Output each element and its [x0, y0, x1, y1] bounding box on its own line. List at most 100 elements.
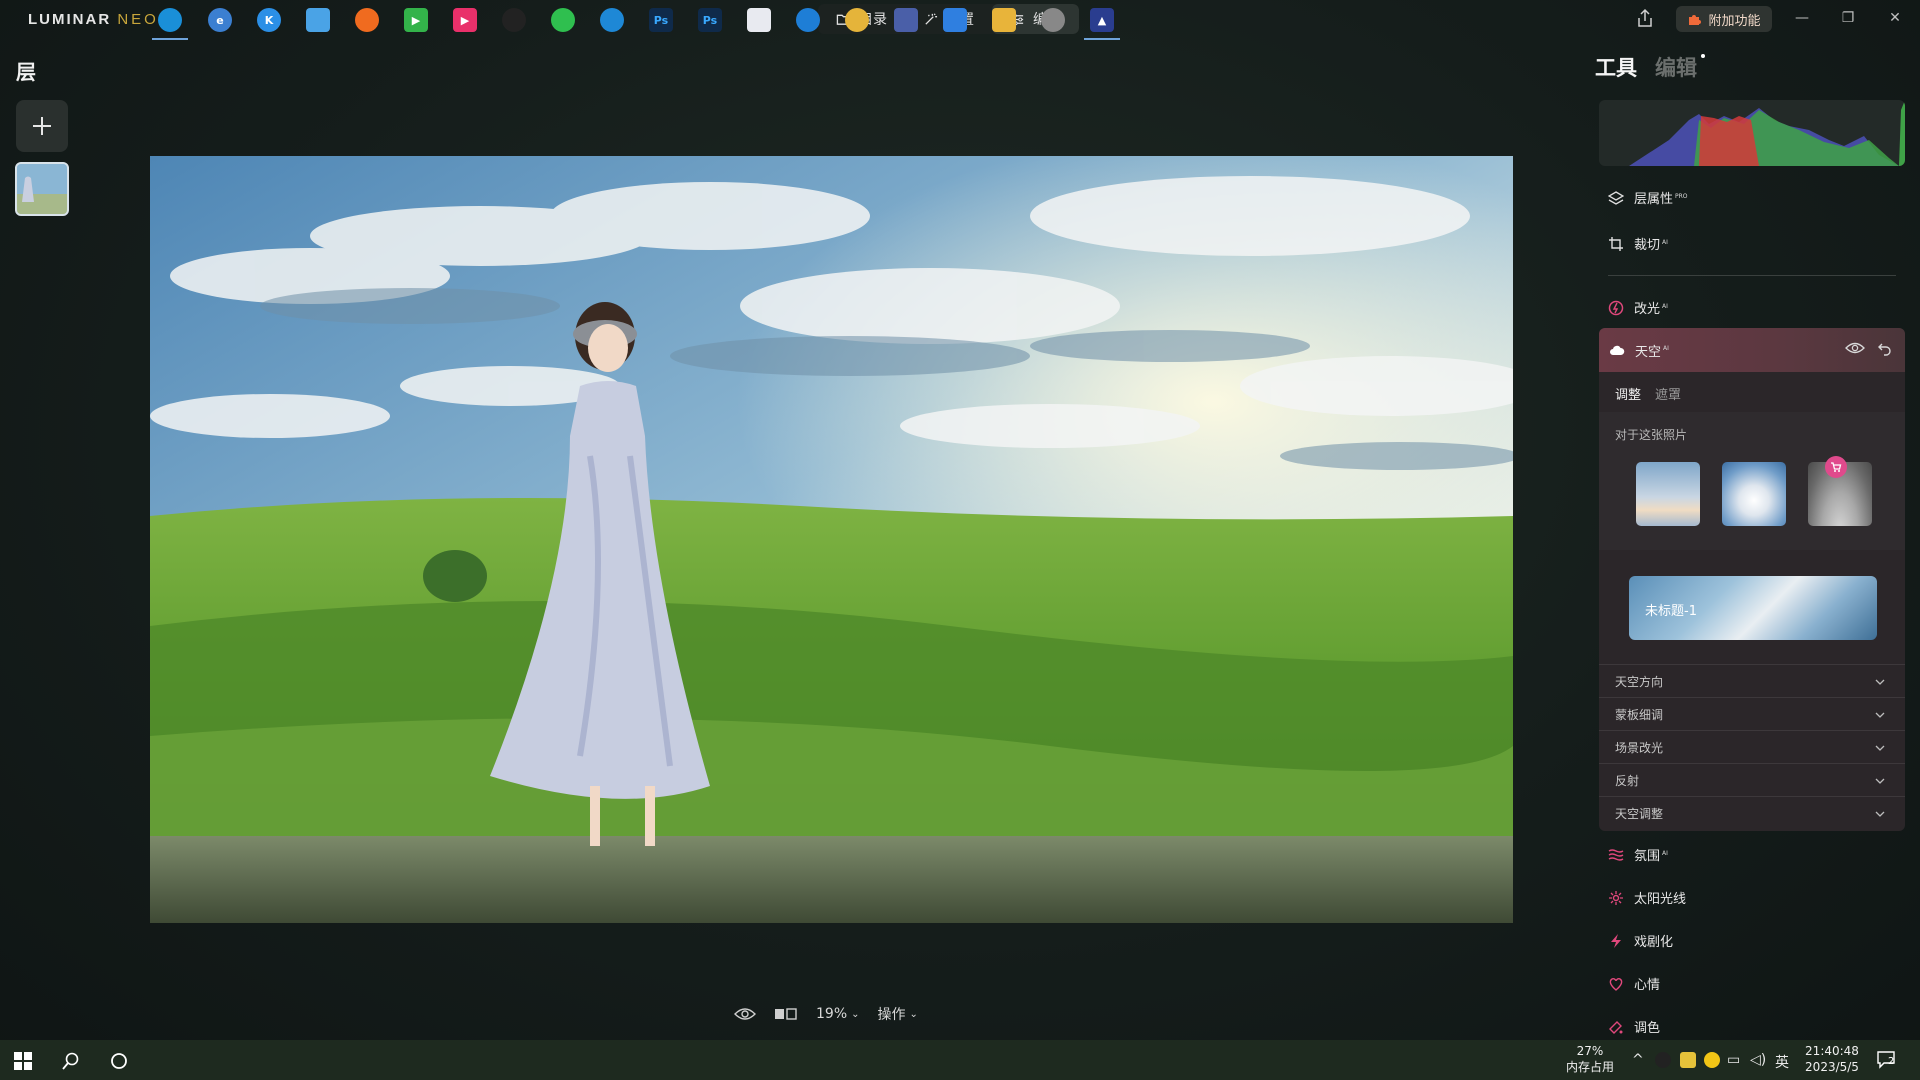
sky-ai-panel: 天空 AI 调整 遮罩 对于这张照片 未标题-1 天空方向 蒙板细调 场景改光 反…	[1599, 328, 1905, 831]
plus-icon	[33, 117, 51, 135]
search-icon[interactable]	[62, 1052, 80, 1070]
volume-icon[interactable]: ◁)	[1750, 1052, 1766, 1068]
subtab-adjust[interactable]: 调整	[1615, 384, 1641, 403]
chrome-icon[interactable]	[845, 8, 869, 32]
notepad-icon[interactable]	[306, 8, 330, 32]
file-explorer-icon[interactable]	[992, 8, 1016, 32]
app-logo: LUMINAR NEO	[28, 11, 159, 28]
kugou-music-icon[interactable]: K	[257, 8, 281, 32]
media-player-icon[interactable]: ▶	[404, 8, 428, 32]
firefox-icon[interactable]	[355, 8, 379, 32]
compare-icon[interactable]	[774, 1007, 798, 1021]
custom-sky-item[interactable]: 未标题-1	[1629, 576, 1877, 640]
sky-preset-2[interactable]	[1722, 462, 1786, 526]
clock-date: 2023/5/5	[1805, 1060, 1859, 1074]
tool-dramatic-label: 戏剧化	[1634, 935, 1674, 950]
sky-preset-1[interactable]	[1636, 462, 1700, 526]
zoom-dropdown[interactable]: 19% ⌄	[816, 1006, 860, 1022]
ps-label: Ps	[702, 13, 718, 27]
video-app-icon[interactable]: ▶	[453, 8, 477, 32]
restore-icon[interactable]: ❐	[1838, 8, 1858, 28]
pro-badge: PRO	[1675, 192, 1688, 200]
tool-mood[interactable]: 心情	[1608, 974, 1660, 993]
ai-badge: AI	[1663, 345, 1669, 353]
emoji-tray-icon[interactable]	[1704, 1052, 1720, 1068]
network-app-icon[interactable]	[796, 8, 820, 32]
app-tray-icon[interactable]	[1680, 1052, 1696, 1068]
eye-preview-icon[interactable]	[734, 1007, 756, 1021]
lightning-icon	[1608, 933, 1624, 949]
active-indicator	[152, 38, 188, 40]
add-layer-button[interactable]	[16, 100, 68, 152]
visibility-eye-icon[interactable]	[1845, 341, 1865, 355]
tab-tools[interactable]: 工具	[1595, 52, 1637, 82]
ie-browser-icon[interactable]: e	[208, 8, 232, 32]
sun-rays-icon	[1608, 890, 1624, 906]
reset-icon[interactable]	[1877, 341, 1893, 357]
ime-indicator[interactable]: 英	[1775, 1052, 1789, 1072]
qq-tray-icon[interactable]	[1655, 1052, 1671, 1068]
section-label: 场景改光	[1615, 740, 1664, 755]
tab-edits-label: 编辑	[1655, 56, 1697, 80]
tool-layer-properties-label: 层属性	[1634, 192, 1674, 207]
ps-label: Ps	[653, 13, 669, 27]
ai-badge: AI	[1662, 849, 1668, 857]
browser-app-icon[interactable]	[600, 8, 624, 32]
feishu-icon[interactable]	[943, 8, 967, 32]
photo-canvas[interactable]	[150, 156, 1513, 923]
tool-atmosphere[interactable]: 氛围 AI	[1608, 845, 1668, 864]
photoshop-icon[interactable]: Ps	[649, 8, 673, 32]
app-icon-bird[interactable]	[1041, 8, 1065, 32]
tool-atmosphere-label: 氛围	[1634, 849, 1661, 864]
tool-relight[interactable]: 改光 AI	[1608, 298, 1668, 317]
memory-usage[interactable]: 27% 内存占用	[1560, 1043, 1620, 1075]
network-icon[interactable]: ▭	[1727, 1052, 1740, 1068]
share-icon[interactable]	[1636, 8, 1654, 28]
sky-subtabs: 调整 遮罩	[1615, 384, 1681, 403]
qq-icon[interactable]	[502, 8, 526, 32]
tool-sunrays[interactable]: 太阳光线	[1608, 888, 1686, 907]
tool-crop[interactable]: 裁切 AI	[1608, 234, 1668, 253]
wechat-icon[interactable]	[551, 8, 575, 32]
close-icon[interactable]: ✕	[1885, 8, 1905, 28]
tab-edits[interactable]: 编辑	[1655, 52, 1705, 82]
sky-ai-header[interactable]: 天空 AI	[1599, 328, 1905, 372]
cloud-icon	[1610, 345, 1625, 355]
edge-browser-icon[interactable]	[158, 8, 182, 32]
histogram-graph	[1629, 100, 1905, 166]
section-label: 天空调整	[1615, 806, 1664, 821]
chevron-down-icon: ⌄	[909, 1008, 918, 1020]
section-label: 天空方向	[1615, 674, 1664, 689]
addons-button[interactable]: 附加功能	[1676, 6, 1772, 32]
subtab-mask[interactable]: 遮罩	[1655, 384, 1681, 403]
app-icon-k[interactable]	[894, 8, 918, 32]
photos-app-icon[interactable]	[747, 8, 771, 32]
photoshop-icon-2[interactable]: Ps	[698, 8, 722, 32]
section-reflection[interactable]: 反射	[1599, 763, 1905, 796]
section-sky-adjustments[interactable]: 天空调整	[1599, 796, 1905, 829]
luminar-neo-icon[interactable]: ▲	[1090, 8, 1114, 32]
section-mask-refinement[interactable]: 蒙板细调	[1599, 697, 1905, 730]
cart-icon[interactable]	[1825, 456, 1847, 478]
clock[interactable]: 21:40:48 2023/5/5	[1796, 1043, 1868, 1075]
tool-sunrays-label: 太阳光线	[1634, 892, 1687, 907]
tray-chevron-up-icon[interactable]: ^	[1632, 1052, 1644, 1068]
tool-layer-properties[interactable]: 层属性 PRO	[1608, 188, 1688, 207]
tool-color-toning[interactable]: 调色	[1608, 1017, 1660, 1036]
actions-dropdown[interactable]: 操作 ⌄	[878, 1004, 918, 1024]
notification-center-icon[interactable]: 2	[1876, 1050, 1898, 1070]
crop-icon	[1608, 236, 1624, 252]
layer-thumbnail[interactable]	[15, 162, 69, 216]
edited-photo	[150, 156, 1513, 923]
section-scene-relight[interactable]: 场景改光	[1599, 730, 1905, 763]
section-sky-orientation[interactable]: 天空方向	[1599, 664, 1905, 697]
histogram	[1599, 100, 1905, 166]
cart-glyph	[1831, 462, 1842, 472]
divider	[1608, 275, 1896, 276]
task-view-icon[interactable]	[110, 1052, 128, 1070]
windows-start-icon[interactable]	[14, 1052, 32, 1070]
tool-color-toning-label: 调色	[1634, 1021, 1661, 1036]
tool-dramatic[interactable]: 戏剧化	[1608, 931, 1673, 950]
minimize-icon[interactable]: —	[1792, 8, 1812, 28]
section-label: 反射	[1615, 773, 1640, 788]
